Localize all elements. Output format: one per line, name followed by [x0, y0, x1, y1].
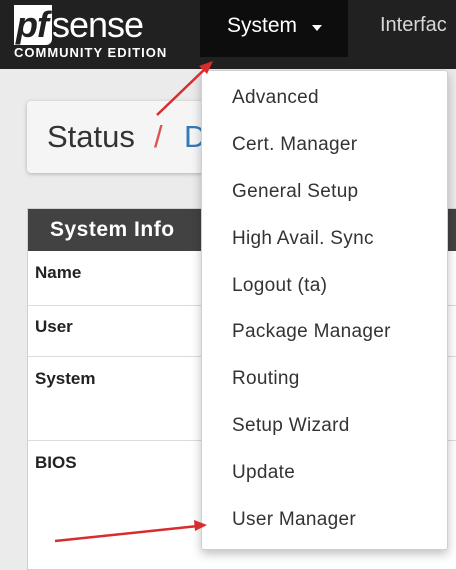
annotation-arrow-to-user-manager [54, 520, 207, 543]
annotation-arrows [54, 61, 213, 543]
annotation-arrow-to-system [156, 61, 213, 116]
